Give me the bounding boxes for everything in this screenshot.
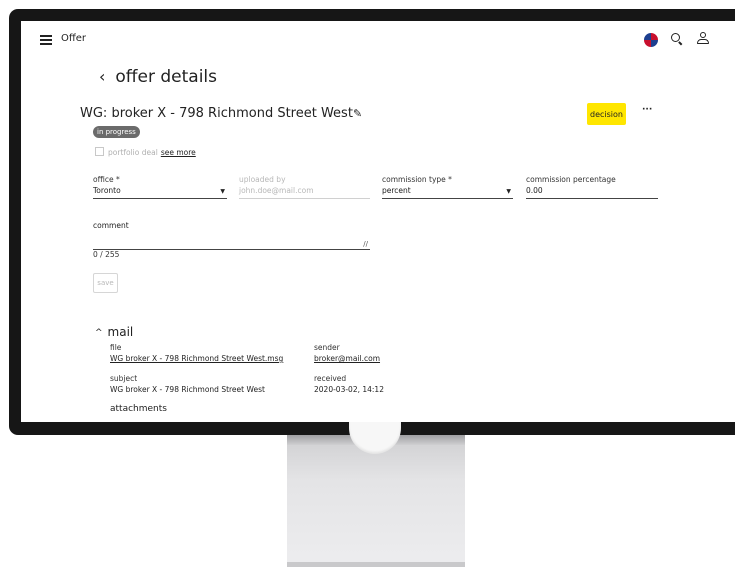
mail-received: received 2020-03-02, 14:12 (314, 374, 384, 394)
received-value: 2020-03-02, 14:12 (314, 385, 384, 394)
status-badge: in progress (93, 126, 140, 138)
decision-button[interactable]: decision (587, 103, 626, 125)
commission-percentage-field[interactable]: commission percentage 0.00 (526, 175, 658, 199)
save-button[interactable]: save (93, 273, 118, 293)
mail-subject: subject WG broker X - 798 Richmond Stree… (110, 374, 265, 394)
mail-sender: sender broker@mail.com (314, 343, 380, 363)
avatar[interactable] (643, 32, 659, 48)
attachments-heading: attachments (110, 404, 167, 414)
portfolio-deal-row: portfolio deal see more (95, 147, 196, 157)
commission-percentage-label: commission percentage (526, 175, 616, 184)
stand-base (287, 562, 465, 567)
commission-type-value-text: percent (382, 186, 411, 195)
back-link[interactable]: ‹ offer details (99, 67, 217, 87)
caret-down-icon[interactable]: ▼ (220, 188, 225, 195)
caret-down-icon[interactable]: ▼ (506, 188, 511, 195)
search-icon[interactable] (671, 33, 680, 42)
file-link[interactable]: WG broker X - 798 Richmond Street West.m… (110, 354, 283, 363)
page-title: offer details (115, 67, 218, 87)
chevron-left-icon[interactable]: ‹ (99, 67, 105, 86)
resize-handle-icon[interactable]: // (363, 240, 368, 248)
comment-counter: 0 / 255 (93, 250, 120, 259)
commission-type-value[interactable]: percent ▼ (382, 186, 513, 199)
office-label: office * (93, 175, 120, 184)
commission-type-select[interactable]: commission type * percent ▼ (382, 175, 513, 199)
office-value[interactable]: Toronto ▼ (93, 186, 227, 199)
office-value-text: Toronto (93, 186, 121, 195)
uploaded-by-value: john.doe@mail.com (239, 186, 370, 199)
portfolio-deal-label: portfolio deal (108, 148, 158, 157)
sender-link[interactable]: broker@mail.com (314, 354, 380, 363)
uploaded-by-field: uploaded by john.doe@mail.com (239, 175, 370, 199)
subject-label: subject (110, 374, 138, 383)
mail-heading: mail (107, 325, 134, 339)
see-more-link[interactable]: see more (161, 148, 196, 157)
chevron-up-icon[interactable]: ^ (95, 328, 103, 338)
mail-file: file WG broker X - 798 Richmond Street W… (110, 343, 283, 363)
more-options-icon[interactable]: ··· (642, 105, 652, 115)
comment-label: comment (93, 221, 129, 230)
sender-label: sender (314, 343, 340, 352)
hamburger-menu-icon[interactable] (40, 35, 52, 45)
pencil-icon[interactable]: ✎ (353, 107, 362, 120)
app-title: Offer (61, 33, 87, 44)
user-icon[interactable] (697, 32, 709, 46)
mail-section-toggle[interactable]: ^ mail (95, 325, 133, 339)
received-label: received (314, 374, 347, 383)
monitor-stand (287, 435, 465, 567)
file-label: file (110, 343, 122, 352)
portfolio-deal-checkbox[interactable] (95, 147, 104, 156)
subject-value: WG broker X - 798 Richmond Street West (110, 385, 265, 394)
uploaded-by-label: uploaded by (239, 175, 286, 184)
commission-percentage-input[interactable]: 0.00 (526, 186, 658, 199)
comment-field[interactable]: comment // (93, 221, 370, 250)
top-bar: Offer (21, 21, 735, 57)
office-select[interactable]: office * Toronto ▼ (93, 175, 227, 199)
commission-type-label: commission type * (382, 175, 452, 184)
comment-textarea[interactable]: // (93, 234, 370, 250)
offer-title: WG: broker X - 798 Richmond Street West (80, 106, 353, 121)
app-screen: Offer ‹ offer details WG: broker X - 798 … (21, 21, 735, 422)
